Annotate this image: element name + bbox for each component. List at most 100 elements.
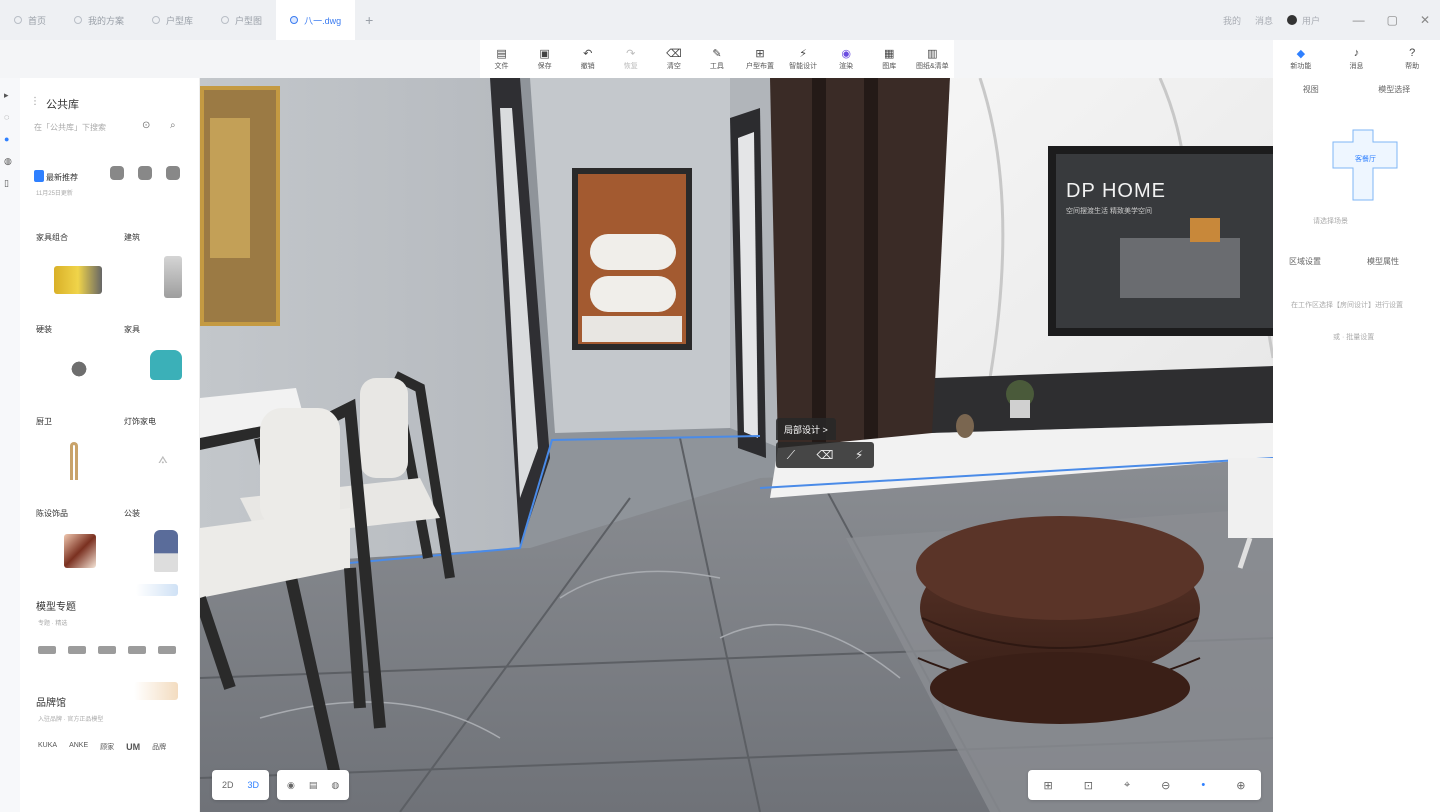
armchair-thumb[interactable]	[150, 350, 182, 380]
bulb-icon[interactable]: ◌	[4, 112, 14, 122]
section-furniture-set[interactable]: 家具组合	[36, 232, 68, 243]
chair-thumb[interactable]	[166, 166, 180, 180]
my-link[interactable]: 我的	[1223, 14, 1241, 27]
lamp-thumb[interactable]: ⟑	[158, 450, 180, 470]
library-title: 公共库	[46, 99, 79, 111]
line-tool-icon[interactable]: ⟋	[787, 448, 795, 463]
zoom-slider[interactable]: •	[1201, 779, 1205, 791]
save-icon: ▣	[539, 47, 550, 60]
topic-thumb[interactable]	[68, 646, 86, 654]
new-features-button[interactable]: ◆ 新功能	[1286, 47, 1316, 71]
tab-home[interactable]: 首页	[0, 0, 60, 40]
section-lighting[interactable]: 灯饰家电	[124, 416, 156, 427]
topic-thumb[interactable]	[128, 646, 146, 654]
layout-button[interactable]: ⊞ 户型布置	[740, 47, 780, 71]
drawings-list-button[interactable]: ▥ 图纸&清单	[912, 47, 952, 71]
mode-2d-button[interactable]: 2D	[222, 780, 234, 790]
smart-design-button[interactable]: ⚡ 智能设计	[783, 47, 823, 71]
eraser-tool-icon[interactable]: ⌫	[816, 448, 833, 462]
brand-hall-label[interactable]: 品牌馆	[36, 694, 66, 709]
chair-thumb[interactable]	[110, 166, 124, 180]
topic-thumb[interactable]	[98, 646, 116, 654]
furniture-set-thumb[interactable]	[54, 266, 102, 294]
camera-search-icon[interactable]: ⊙	[142, 120, 150, 131]
local-design-button[interactable]: 局部设计 >	[776, 418, 836, 440]
user-icon[interactable]: ◍	[4, 156, 14, 166]
eye-icon[interactable]: ◉	[287, 780, 295, 791]
save-button[interactable]: ▣ 保存	[525, 47, 565, 71]
library-search-input[interactable]: 在「公共库」下搜索	[34, 122, 154, 133]
tv-brand-text: DP HOME	[1066, 180, 1166, 202]
pointer-icon[interactable]: ▸	[4, 90, 14, 100]
context-popup: 局部设计 > ⟋ ⌫ ⚡	[776, 418, 874, 470]
new-tab-button[interactable]: +	[355, 12, 383, 28]
user-menu[interactable]: 用户	[1286, 14, 1320, 27]
chair-thumb[interactable]	[138, 166, 152, 180]
topic-banner-thumb[interactable]	[136, 584, 178, 596]
3d-viewport[interactable]: DP HOME 空间摆渡生活 精致美学空间	[200, 78, 1273, 812]
zoom-out-icon[interactable]: ⊖	[1161, 779, 1170, 792]
floor-plan-mini[interactable]	[1331, 128, 1401, 204]
mode-3d-button[interactable]: 3D	[248, 780, 260, 790]
section-architecture[interactable]: 建筑	[124, 232, 140, 243]
help-button[interactable]: ? 帮助	[1397, 47, 1427, 71]
layers-icon[interactable]: ▤	[309, 780, 318, 791]
globe-icon[interactable]: ◍	[331, 780, 339, 791]
hardscape-thumb[interactable]	[62, 352, 96, 386]
model-topic-label[interactable]: 模型专题	[36, 598, 76, 613]
file-button[interactable]: ▤ 文件	[482, 47, 522, 71]
smart-tool-icon[interactable]: ⚡	[855, 448, 863, 462]
tab-model-select[interactable]: 模型选择	[1378, 84, 1410, 95]
batch-hint[interactable]: 或 · 批量设置	[1333, 332, 1374, 342]
library-icon[interactable]: ●	[4, 134, 14, 144]
undo-button[interactable]: ↶ 撤销	[568, 47, 608, 71]
plans-tab-icon	[74, 16, 83, 24]
tab-floorplan-lib[interactable]: 户型库	[138, 0, 207, 40]
decor-thumb[interactable]	[64, 534, 96, 568]
recent-label[interactable]: 最新推荐	[46, 172, 78, 183]
maximize-button[interactable]: ▢	[1387, 13, 1398, 27]
back-icon[interactable]: ⋮	[30, 96, 40, 107]
section-commercial[interactable]: 公装	[124, 508, 140, 519]
tab-area-settings[interactable]: 区域设置	[1289, 256, 1321, 267]
close-button[interactable]: ✕	[1420, 13, 1430, 27]
section-decor[interactable]: 陈设饰品	[36, 508, 68, 519]
office-chair-thumb[interactable]	[154, 530, 178, 572]
tab-my-plans[interactable]: 我的方案	[60, 0, 138, 40]
gallery-icon: ▦	[884, 47, 895, 60]
topic-thumb[interactable]	[38, 646, 56, 654]
browser-right-area: 我的 消息 用户	[1223, 0, 1320, 40]
messages-link[interactable]: 消息	[1255, 14, 1273, 27]
architecture-thumb[interactable]	[164, 256, 182, 298]
gallery-button[interactable]: ▦ 图库	[869, 47, 909, 71]
clear-button[interactable]: ⌫ 清空	[654, 47, 694, 71]
screenshot-icon[interactable]: ⊡	[1084, 779, 1093, 792]
minimize-button[interactable]: —	[1353, 13, 1365, 27]
brand-logo[interactable]: UM	[126, 742, 140, 752]
section-hardscape[interactable]: 硬装	[36, 324, 52, 335]
section-furniture[interactable]: 家具	[124, 324, 140, 335]
brand-logo[interactable]: 顾家	[100, 742, 114, 752]
left-rail: ▸ ◌ ● ◍ ▯	[0, 78, 20, 812]
tab-floorplan[interactable]: 户型图	[207, 0, 276, 40]
tab-model-props[interactable]: 模型属性	[1367, 256, 1399, 267]
render-button[interactable]: ◉ 渲染	[826, 47, 866, 71]
floorplan-lib-tab-icon	[152, 16, 161, 24]
tab-current-file[interactable]: 八一.dwg	[276, 0, 356, 40]
topic-thumb[interactable]	[158, 646, 176, 654]
focus-icon[interactable]: ⌖	[1124, 779, 1130, 792]
tab-view[interactable]: 视图	[1303, 84, 1319, 95]
brand-logo[interactable]: ANKE	[69, 742, 88, 752]
brand-logo[interactable]: 品牌	[152, 742, 166, 752]
tools-button[interactable]: ✎ 工具	[697, 47, 737, 71]
zoom-in-icon[interactable]: ⊕	[1236, 779, 1245, 792]
search-icon[interactable]: ⌕	[170, 120, 176, 131]
redo-button[interactable]: ↷ 恢复	[611, 47, 651, 71]
section-kitchen-bath[interactable]: 厨卫	[36, 416, 52, 427]
document-rail-icon[interactable]: ▯	[4, 178, 14, 188]
brand-banner-thumb[interactable]	[134, 682, 178, 700]
faucet-thumb[interactable]	[70, 442, 78, 480]
fit-view-icon[interactable]: ⊞	[1044, 779, 1053, 792]
messages-button[interactable]: ♪ 消息	[1341, 47, 1371, 71]
brand-logo[interactable]: KUKA	[38, 742, 57, 752]
